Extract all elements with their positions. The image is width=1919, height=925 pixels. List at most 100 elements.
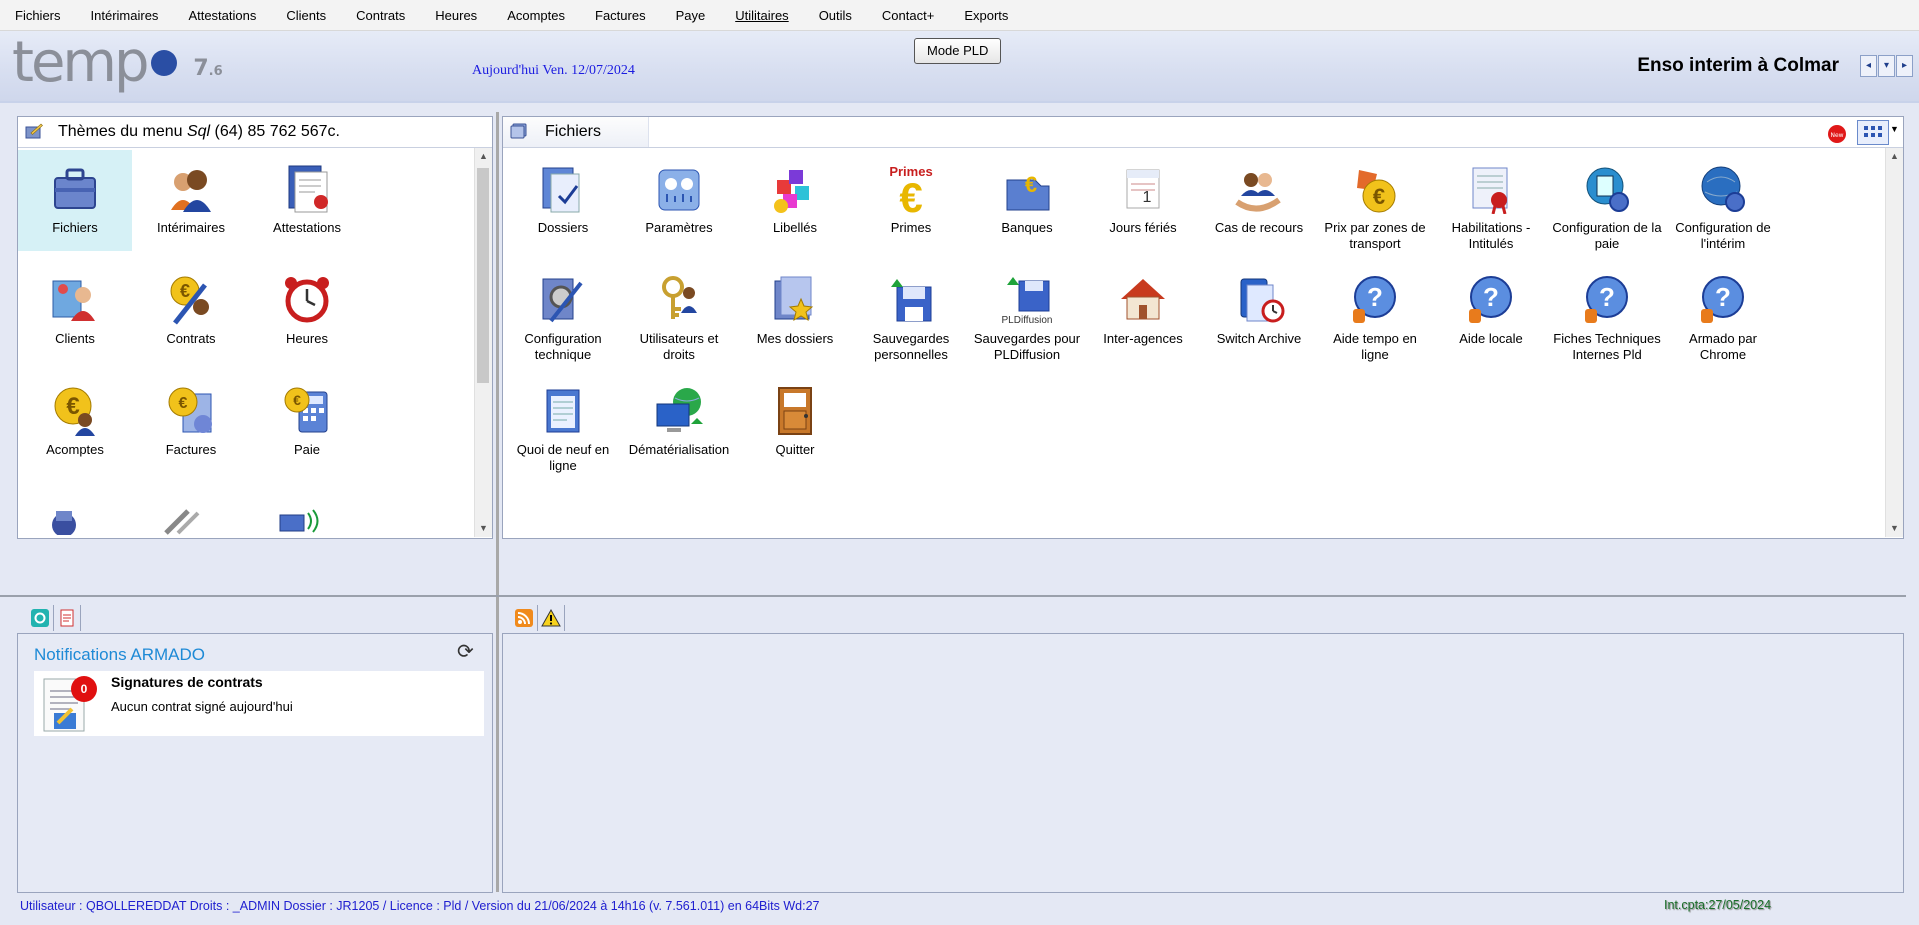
scroll-down-arrow[interactable]: ▼ bbox=[1886, 520, 1903, 537]
folder-check-icon bbox=[537, 162, 589, 214]
menu-themes-title: Thèmes du menu Sql (64) 85 762 567c. bbox=[58, 123, 340, 141]
grid-item-dematerialisation[interactable]: Dématérialisation bbox=[622, 372, 736, 473]
grid-item-label: Factures bbox=[165, 442, 217, 457]
grid-item-jours-feries[interactable]: 1 Jours fériés bbox=[1086, 150, 1200, 251]
tab-rss[interactable] bbox=[511, 605, 538, 631]
view-mode-button[interactable] bbox=[1857, 120, 1889, 145]
folder-stack-icon bbox=[510, 123, 527, 139]
menu-heures[interactable]: Heures bbox=[420, 8, 492, 23]
menu-acomptes[interactable]: Acomptes bbox=[492, 8, 580, 23]
menu-int-rimaires[interactable]: Intérimaires bbox=[76, 8, 174, 23]
menu-exports[interactable]: Exports bbox=[949, 8, 1023, 23]
grid-item-cas-de-recours[interactable]: Cas de recours bbox=[1202, 150, 1316, 251]
menu-factures[interactable]: Factures bbox=[580, 8, 661, 23]
menu-clients[interactable]: Clients bbox=[271, 8, 341, 23]
wrench-partial-icon bbox=[164, 509, 200, 535]
scroll-down-arrow[interactable]: ▼ bbox=[475, 520, 492, 537]
fichiers-tab[interactable]: Fichiers bbox=[503, 117, 649, 147]
new-badge-icon[interactable]: New bbox=[1827, 124, 1847, 144]
grid-item-label: Intérimaires bbox=[157, 220, 225, 235]
horizontal-splitter[interactable] bbox=[0, 595, 1906, 597]
scroll-up-arrow[interactable]: ▲ bbox=[1886, 148, 1903, 165]
grid-item-banques[interactable]: € Banques bbox=[970, 150, 1084, 251]
house-icon bbox=[1117, 273, 1169, 325]
grid-item-factures[interactable]: € Factures bbox=[134, 372, 248, 473]
grid-item-fichiers[interactable]: Fichiers bbox=[18, 150, 132, 251]
grid-item-dossiers[interactable]: Dossiers bbox=[506, 150, 620, 251]
grid-item-primes[interactable]: Primes € Primes bbox=[854, 150, 968, 251]
grid-item-configuration-de-la-paie[interactable]: Configuration de la paie bbox=[1550, 150, 1664, 251]
settings-icon bbox=[653, 162, 705, 214]
grid-item-habilitations-intitules[interactable]: Habilitations - Intitulés bbox=[1434, 150, 1548, 251]
menu-themes-scrollbar[interactable]: ▲ ▼ bbox=[474, 148, 492, 537]
tempo-logo: temp 7.6 bbox=[12, 33, 223, 96]
grid-item-quoi-de-neuf-en-ligne[interactable]: Quoi de neuf en ligne bbox=[506, 372, 620, 473]
grid-item-prix-par-zones-de-transport[interactable]: € Prix par zones de transport bbox=[1318, 150, 1432, 251]
fichiers-scrollbar[interactable]: ▲ ▼ bbox=[1885, 148, 1903, 537]
svg-text:€: € bbox=[179, 395, 188, 412]
notification-card-title: Signatures de contrats bbox=[111, 674, 263, 690]
grid-item-armado-par-chrome[interactable]: ? Armado par Chrome bbox=[1666, 261, 1780, 362]
menu-paye[interactable]: Paye bbox=[661, 8, 721, 23]
view-mode-dropdown-icon[interactable]: ▼ bbox=[1890, 124, 1899, 134]
grid-item-heures[interactable]: Heures bbox=[250, 261, 364, 362]
grid-item-mes-dossiers[interactable]: Mes dossiers bbox=[738, 261, 852, 362]
grid-item-aide-locale[interactable]: ? Aide locale bbox=[1434, 261, 1548, 362]
grid-item-fiches-techniques-internes-pld[interactable]: ? Fiches Techniques Internes Pld bbox=[1550, 261, 1664, 362]
scroll-thumb[interactable] bbox=[477, 168, 489, 383]
grid-item-configuration-de-l-interim[interactable]: Configuration de l'intérim bbox=[1666, 150, 1780, 251]
agency-dropdown-button[interactable]: ▾ bbox=[1878, 55, 1895, 77]
logo-letters: temp bbox=[12, 30, 150, 95]
grid-item-contrats[interactable]: € Contrats bbox=[134, 261, 248, 362]
grid-item-aide-tempo-en-ligne[interactable]: ? Aide tempo en ligne bbox=[1318, 261, 1432, 362]
tab-documents[interactable] bbox=[54, 605, 81, 631]
grid-view-icon bbox=[1864, 126, 1882, 137]
menu-fichiers[interactable]: Fichiers bbox=[0, 8, 76, 23]
grid-item-label: Cas de recours bbox=[1214, 220, 1304, 235]
help-online-icon: ? bbox=[1349, 273, 1401, 325]
prev-agency-button[interactable]: ◂ bbox=[1860, 55, 1877, 77]
menu-themes-panel: Thèmes du menu Sql (64) 85 762 567c. Fic… bbox=[17, 116, 493, 539]
grid-item-paie[interactable]: € Paie bbox=[250, 372, 364, 473]
grid-item-label: Mes dossiers bbox=[756, 331, 834, 346]
refresh-icon[interactable]: ⟳ bbox=[457, 639, 474, 664]
menu-contrats[interactable]: Contrats bbox=[341, 8, 420, 23]
save-disk-icon bbox=[885, 273, 937, 325]
scroll-up-arrow[interactable]: ▲ bbox=[475, 148, 492, 165]
svg-text:€: € bbox=[66, 393, 79, 420]
interim-config-icon bbox=[1697, 162, 1749, 214]
grid-item-clients[interactable]: Clients bbox=[18, 261, 132, 362]
menu-contact-[interactable]: Contact+ bbox=[867, 8, 949, 23]
grid-item-libelles[interactable]: Libellés bbox=[738, 150, 852, 251]
grid-item-sauvegardes-pour-pldiffusion[interactable]: PLDiffusion Sauvegardes pour PLDiffusion bbox=[970, 261, 1084, 362]
menu-utilitaires[interactable]: Utilitaires bbox=[720, 8, 803, 23]
grid-item-attestations[interactable]: Attestations bbox=[250, 150, 364, 251]
notification-card[interactable]: 0 Signatures de contrats Aucun contrat s… bbox=[34, 671, 484, 736]
grid-item-quitter[interactable]: Quitter bbox=[738, 372, 852, 473]
briefcase-icon bbox=[49, 162, 101, 214]
menu-outils[interactable]: Outils bbox=[804, 8, 867, 23]
tab-warnings[interactable] bbox=[538, 605, 565, 631]
grid-item-interimaires[interactable]: Intérimaires bbox=[134, 150, 248, 251]
mode-pld-button[interactable]: Mode PLD bbox=[914, 38, 1002, 64]
logo-dot bbox=[150, 49, 177, 76]
svg-text:€: € bbox=[1373, 184, 1385, 209]
menu-attestations[interactable]: Attestations bbox=[173, 8, 271, 23]
logo-text: temp bbox=[12, 30, 179, 95]
grid-item-inter-agences[interactable]: Inter-agences bbox=[1086, 261, 1200, 362]
grid-item-parametres[interactable]: Paramètres bbox=[622, 150, 736, 251]
grid-item-sauvegardes-personnelles[interactable]: Sauvegardes personnelles bbox=[854, 261, 968, 362]
notification-card-text: Aucun contrat signé aujourd'hui bbox=[111, 699, 293, 714]
grid-item-switch-archive[interactable]: Switch Archive bbox=[1202, 261, 1316, 362]
grid-item-acomptes[interactable]: € Acomptes bbox=[18, 372, 132, 473]
notification-count-badge: 0 bbox=[71, 676, 97, 702]
vertical-splitter[interactable] bbox=[496, 112, 499, 892]
next-agency-button[interactable]: ▸ bbox=[1896, 55, 1913, 77]
menu-themes-header: Thèmes du menu Sql (64) 85 762 567c. bbox=[18, 117, 492, 148]
habilitation-icon bbox=[1465, 162, 1517, 215]
tab-armado[interactable] bbox=[27, 605, 54, 631]
grid-item-utilisateurs-et-droits[interactable]: Utilisateurs et droits bbox=[622, 261, 736, 362]
broadcast-partial-icon bbox=[279, 509, 319, 533]
grid-item-label: Utilisateurs et droits bbox=[639, 331, 719, 362]
grid-item-configuration-technique[interactable]: Configuration technique bbox=[506, 261, 620, 362]
